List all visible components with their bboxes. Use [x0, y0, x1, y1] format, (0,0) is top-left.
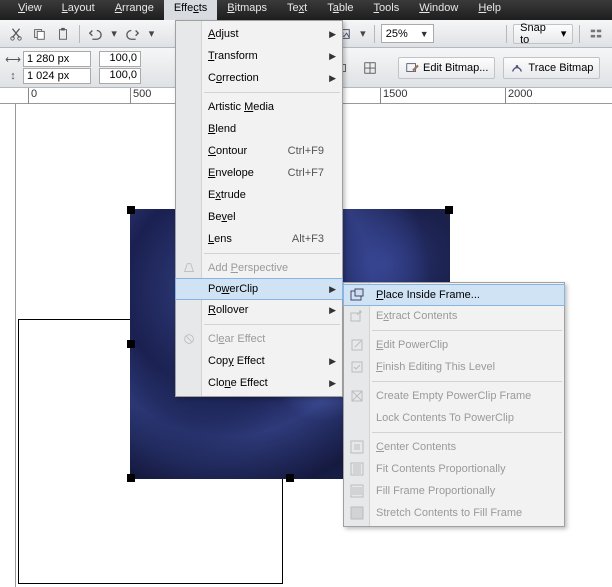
menu-center-contents: Center Contents: [344, 436, 564, 458]
menu-bevel[interactable]: Bevel: [176, 206, 342, 228]
submenu-arrow-icon: ▶: [329, 356, 336, 367]
trace-bitmap-button[interactable]: Trace Bitmap: [503, 57, 600, 79]
menu-blend[interactable]: Blend: [176, 118, 342, 140]
menu-clone-effect[interactable]: Clone Effect▶: [176, 372, 342, 394]
menu-fill-proportionally: Fill Frame Proportionally: [344, 480, 564, 502]
menu-stretch-contents: Stretch Contents to Fill Frame: [344, 502, 564, 524]
powerclip-submenu: Place Inside Frame... Extract Contents E…: [343, 282, 565, 527]
height-input[interactable]: 1 024 px: [23, 68, 91, 84]
redo-dropdown[interactable]: ▾: [147, 24, 157, 44]
undo-button[interactable]: [86, 24, 106, 44]
vertical-ruler[interactable]: [0, 104, 16, 587]
submenu-arrow-icon: ▶: [329, 51, 336, 62]
menu-powerclip[interactable]: PowerClip▶: [175, 278, 343, 300]
menu-fit-proportionally: Fit Contents Proportionally: [344, 458, 564, 480]
resample-button[interactable]: [360, 58, 380, 78]
edit-powerclip-icon: [349, 337, 365, 353]
submenu-arrow-icon: ▶: [329, 305, 336, 316]
effects-menu: Adjust▶ Transform▶ Correction▶ Artistic …: [175, 20, 343, 397]
submenu-arrow-icon: ▶: [329, 29, 336, 40]
menu-finish-editing: Finish Editing This Level: [344, 356, 564, 378]
submenu-arrow-icon: ▶: [329, 284, 336, 295]
ruler-tick: 1500: [380, 88, 407, 104]
perspective-icon: [181, 260, 197, 276]
selection-handle[interactable]: [127, 474, 135, 482]
fit-icon: [349, 461, 365, 477]
menu-create-empty-frame: Create Empty PowerClip Frame: [344, 385, 564, 407]
copy-button[interactable]: [30, 24, 50, 44]
scale-x-input[interactable]: 100,0: [99, 51, 141, 67]
menu-view[interactable]: View: [8, 0, 52, 20]
chevron-down-icon: ▾: [561, 27, 567, 40]
height-icon: ↕: [6, 70, 20, 82]
options-button[interactable]: [586, 24, 606, 44]
selection-handle[interactable]: [127, 340, 135, 348]
submenu-arrow-icon: ▶: [329, 73, 336, 84]
selection-handle[interactable]: [445, 206, 453, 214]
ruler-tick: 2000: [505, 88, 532, 104]
place-inside-icon: [349, 287, 365, 303]
menu-correction[interactable]: Correction▶: [176, 67, 342, 89]
menu-effects[interactable]: Effects: [164, 0, 217, 20]
menu-table[interactable]: Table: [317, 0, 363, 20]
edit-bitmap-label: Edit Bitmap...: [423, 62, 488, 74]
menu-extract-contents: Extract Contents: [344, 305, 564, 327]
menu-adjust[interactable]: Adjust▶: [176, 23, 342, 45]
menu-bitmaps[interactable]: Bitmaps: [217, 0, 277, 20]
menu-tools[interactable]: Tools: [364, 0, 410, 20]
menu-add-perspective: Add Perspective: [176, 257, 342, 279]
menu-transform[interactable]: Transform▶: [176, 45, 342, 67]
menu-help[interactable]: Help: [468, 0, 511, 20]
center-icon: [349, 439, 365, 455]
finish-icon: [349, 359, 365, 375]
paste-button[interactable]: [53, 24, 73, 44]
zoom-value: 25%: [386, 28, 408, 40]
menu-place-inside-frame[interactable]: Place Inside Frame...: [343, 284, 565, 306]
ruler-tick: 500: [130, 88, 151, 104]
menu-envelope[interactable]: EnvelopeCtrl+F7: [176, 162, 342, 184]
selection-handle[interactable]: [127, 206, 135, 214]
chevron-down-icon: ▼: [420, 29, 429, 39]
trace-bitmap-label: Trace Bitmap: [528, 62, 593, 74]
zoom-level[interactable]: 25% ▼: [381, 24, 434, 43]
fill-icon: [349, 483, 365, 499]
empty-frame-icon: [349, 388, 365, 404]
cut-button[interactable]: [6, 24, 26, 44]
menu-lock-contents: Lock Contents To PowerClip: [344, 407, 564, 429]
menu-edit-powerclip: Edit PowerClip: [344, 334, 564, 356]
menu-contour[interactable]: ContourCtrl+F9: [176, 140, 342, 162]
menu-artistic-media[interactable]: Artistic Media: [176, 96, 342, 118]
ruler-tick: 0: [28, 88, 37, 104]
snap-label: Snap to: [520, 22, 557, 46]
menu-clear-effect: Clear Effect: [176, 328, 342, 350]
undo-dropdown[interactable]: ▾: [109, 24, 119, 44]
scale-group: 100,0 100,0: [99, 51, 141, 84]
submenu-arrow-icon: ▶: [329, 378, 336, 389]
extract-icon: [349, 308, 365, 324]
menubar: View Layout Arrange Effects Bitmaps Text…: [0, 0, 612, 20]
clear-icon: [181, 331, 197, 347]
menu-arrange[interactable]: Arrange: [105, 0, 164, 20]
scale-y-input[interactable]: 100,0: [99, 68, 141, 84]
snap-to-button[interactable]: Snap to ▾: [513, 24, 573, 44]
menu-layout[interactable]: Layout: [52, 0, 105, 20]
image-tool-dropdown[interactable]: ▾: [358, 24, 368, 44]
redo-button[interactable]: [123, 24, 143, 44]
width-input[interactable]: 1 280 px: [23, 51, 91, 67]
edit-bitmap-button[interactable]: Edit Bitmap...: [398, 57, 495, 79]
width-icon: ⟷: [6, 53, 20, 65]
menu-copy-effect[interactable]: Copy Effect▶: [176, 350, 342, 372]
object-size-group: ⟷ 1 280 px ↕ 1 024 px: [6, 51, 91, 84]
menu-extrude[interactable]: Extrude: [176, 184, 342, 206]
menu-window[interactable]: Window: [409, 0, 468, 20]
menu-lens[interactable]: LensAlt+F3: [176, 228, 342, 250]
stretch-icon: [349, 505, 365, 521]
menu-rollover[interactable]: Rollover▶: [176, 299, 342, 321]
menu-text[interactable]: Text: [277, 0, 317, 20]
selection-handle[interactable]: [286, 474, 294, 482]
